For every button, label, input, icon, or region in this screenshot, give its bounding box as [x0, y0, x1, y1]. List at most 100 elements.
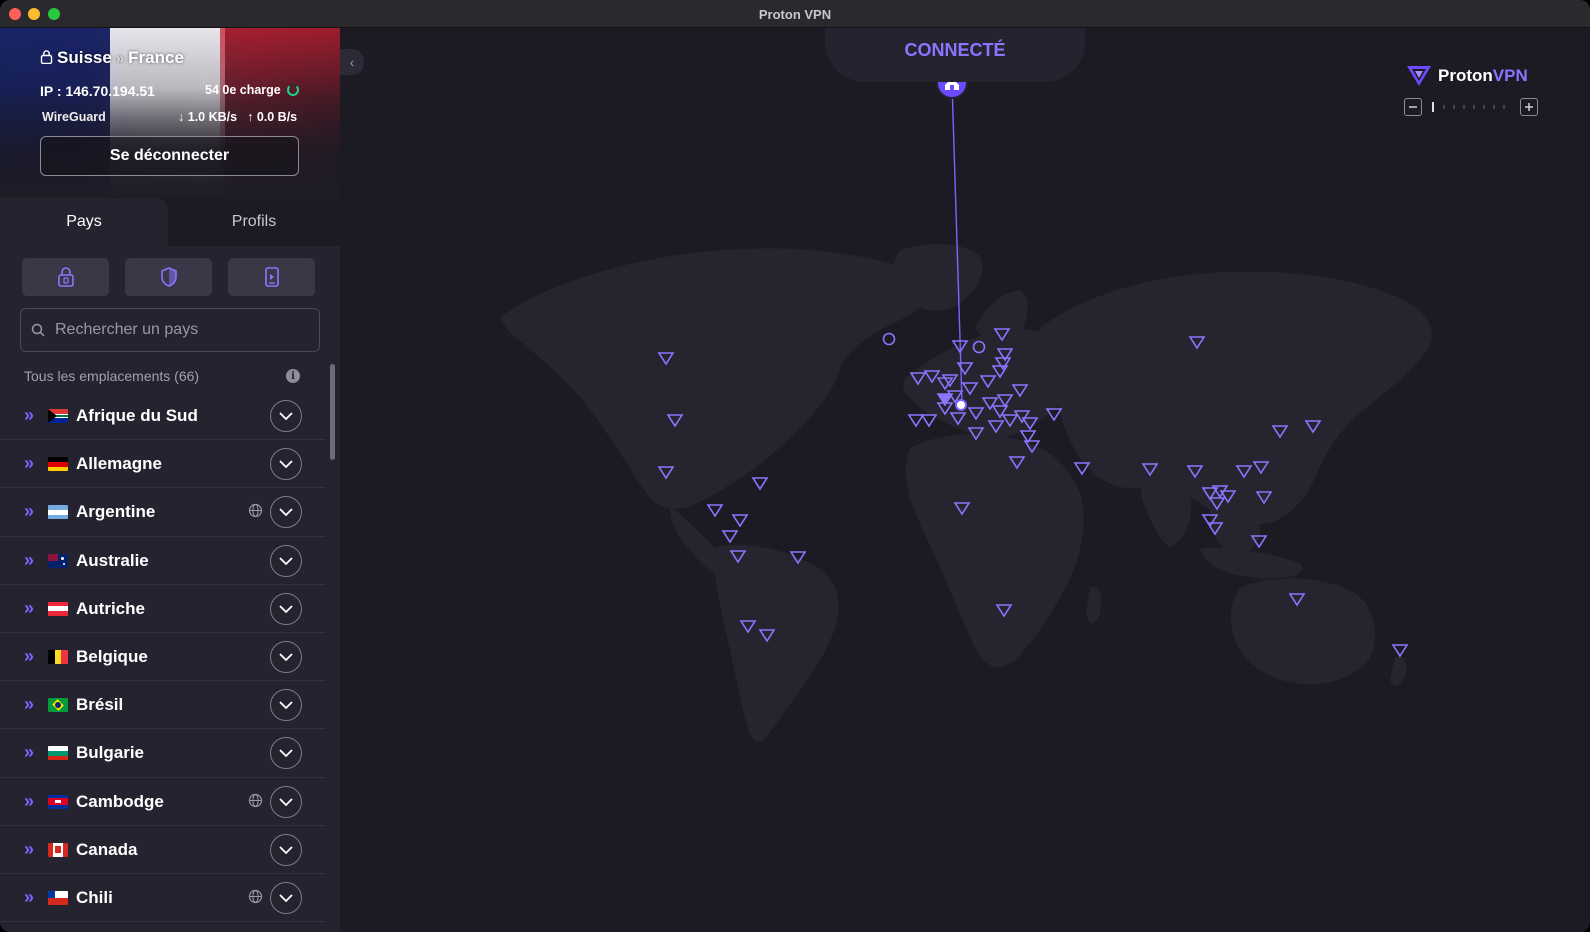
- download-speed: ↓ 1.0 KB/s: [178, 110, 237, 124]
- sidebar-tabs: Pays Profils: [0, 198, 340, 246]
- upload-speed-value: 0.0 B/s: [256, 110, 298, 124]
- brand-logo: Proton VPN: [1406, 64, 1528, 88]
- expand-country-button[interactable]: [270, 592, 302, 625]
- expand-country-button[interactable]: [270, 640, 302, 673]
- connect-double-chevron-icon[interactable]: »: [24, 501, 34, 522]
- country-row[interactable]: » Cambodge: [0, 778, 325, 826]
- chevron-down-icon: [279, 894, 293, 902]
- connect-double-chevron-icon[interactable]: »: [24, 791, 34, 812]
- tab-profiles[interactable]: Profils: [168, 198, 340, 246]
- download-speed-value: 1.0 KB/s: [187, 110, 238, 124]
- expand-country-button[interactable]: [270, 881, 302, 914]
- tor-globe-icon: [248, 504, 263, 518]
- connect-double-chevron-icon[interactable]: »: [24, 646, 34, 667]
- country-row[interactable]: » Canada: [0, 826, 325, 874]
- country-name: Cambodge: [76, 791, 164, 811]
- secure-core-filter-button[interactable]: [22, 258, 109, 296]
- country-name: Australie: [76, 550, 149, 570]
- window-title: Proton VPN: [758, 7, 832, 22]
- map-view: ‹ CONNECTÉ Proton VPN: [340, 28, 1590, 932]
- flag-icon: [48, 553, 68, 568]
- chevron-down-icon: [279, 846, 293, 854]
- chevron-down-icon: [279, 460, 293, 469]
- expand-country-button[interactable]: [270, 737, 302, 770]
- expand-country-button[interactable]: [270, 785, 302, 818]
- server-marker[interactable]: [706, 504, 724, 518]
- country-row[interactable]: » Belgique: [0, 633, 325, 682]
- country-row[interactable]: » Afrique du Sud: [0, 392, 325, 441]
- disconnect-button[interactable]: Se déconnecter: [40, 136, 299, 176]
- connect-double-chevron-icon[interactable]: »: [24, 405, 34, 426]
- zoom-level-slider[interactable]: [1430, 101, 1512, 113]
- chevron-down-icon: [279, 556, 293, 565]
- connection-status: CONNECTÉ: [904, 40, 1006, 60]
- exit-country: France: [128, 48, 184, 67]
- connect-double-chevron-icon[interactable]: »: [24, 839, 34, 860]
- zoom-controls: [1404, 98, 1538, 116]
- server-marker[interactable]: [731, 514, 749, 528]
- collapse-sidebar-button[interactable]: ‹: [340, 49, 364, 75]
- country-row[interactable]: » Argentine: [0, 488, 325, 537]
- expand-country-button[interactable]: [270, 448, 302, 481]
- country-name: Chili: [76, 887, 113, 907]
- server-marker[interactable]: [1391, 644, 1409, 658]
- country-row[interactable]: » Autriche: [0, 585, 325, 633]
- all-locations-header: Tous les emplacements (66): [24, 368, 200, 384]
- expand-country-button[interactable]: [270, 544, 302, 577]
- country-name: Afrique du Sud: [76, 406, 198, 425]
- search-icon: [31, 323, 45, 337]
- chevron-down-icon: [279, 412, 293, 420]
- expand-country-button[interactable]: [270, 496, 302, 529]
- country-row[interactable]: » Australie: [0, 537, 325, 585]
- home-node-icon[interactable]: [937, 68, 967, 98]
- info-icon[interactable]: i: [286, 369, 300, 383]
- streaming-device-icon: [264, 267, 279, 287]
- chevron-left-icon: ‹: [349, 54, 355, 70]
- brand-proton: Proton: [1438, 66, 1493, 85]
- connect-double-chevron-icon[interactable]: »: [24, 742, 34, 763]
- connection-route: Suisse » France: [40, 48, 184, 68]
- country-row[interactable]: » Chili: [0, 874, 325, 923]
- connection-panel: Suisse » France IP : 146.70.194.51 54 0e…: [0, 28, 340, 198]
- country-row[interactable]: » Bulgarie: [0, 729, 325, 778]
- country-search: [20, 308, 320, 352]
- connect-double-chevron-icon[interactable]: »: [24, 887, 34, 908]
- server-marker[interactable]: [920, 414, 938, 428]
- netshield-filter-button[interactable]: [125, 258, 212, 296]
- country-row[interactable]: » Allemagne: [0, 440, 325, 489]
- connect-double-chevron-icon[interactable]: »: [24, 550, 34, 571]
- search-input[interactable]: [55, 321, 305, 339]
- chevron-down-icon: [279, 749, 293, 758]
- server-marker[interactable]: [907, 414, 925, 428]
- tor-globe-icon: [248, 889, 263, 903]
- flag-icon: [48, 842, 68, 857]
- zoom-out-button[interactable]: [1404, 98, 1422, 116]
- scrollbar-thumb[interactable]: [330, 364, 335, 460]
- server-marker[interactable]: [721, 530, 739, 544]
- tor-globe-icon: [248, 793, 263, 807]
- chevron-down-icon: [279, 797, 293, 806]
- expand-country-button[interactable]: [270, 689, 302, 722]
- arrow-down-icon: ↓: [178, 110, 185, 124]
- flag-icon: [48, 505, 68, 520]
- connect-double-chevron-icon[interactable]: »: [24, 453, 34, 474]
- connect-double-chevron-icon[interactable]: »: [24, 694, 34, 715]
- server-marker[interactable]: [751, 477, 769, 491]
- expand-country-button[interactable]: [270, 400, 302, 432]
- arrow-up-icon: ↑: [247, 110, 254, 124]
- country-row[interactable]: » Brésil: [0, 681, 325, 730]
- country-name: Belgique: [76, 646, 148, 666]
- flag-icon: [48, 746, 68, 761]
- flag-icon: [48, 649, 68, 664]
- country-name: Argentine: [76, 502, 156, 522]
- flag-icon: [48, 457, 68, 472]
- shield-icon: [160, 267, 177, 287]
- connect-double-chevron-icon[interactable]: »: [24, 598, 34, 619]
- minus-icon: [1409, 106, 1417, 108]
- zoom-in-button[interactable]: [1520, 98, 1538, 116]
- flag-icon: [48, 890, 68, 905]
- tab-countries[interactable]: Pays: [0, 198, 168, 246]
- server-load-text: 54 0e charge: [205, 83, 281, 97]
- streaming-filter-button[interactable]: [228, 258, 315, 296]
- expand-country-button[interactable]: [270, 833, 302, 866]
